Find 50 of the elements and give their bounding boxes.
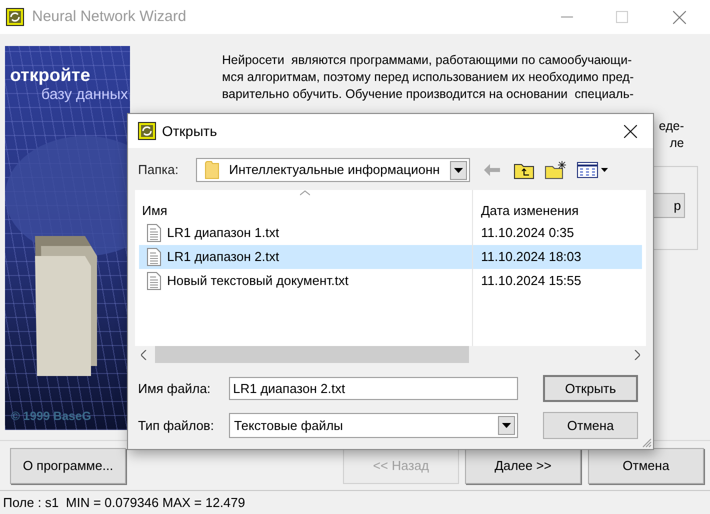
intro-text-line: мся алгоритмам, поэтому перед использованием их необходимо пред- — [222, 69, 635, 86]
intro-text-fragment: еде- — [658, 118, 684, 135]
dialog-title: Открыть — [162, 122, 217, 141]
intro-text-line: Нейросети являются программами, работающими по самообучающи- — [222, 52, 633, 69]
new-folder-icon[interactable] — [545, 161, 567, 179]
file-date: 11.10.2024 15:55 — [480, 272, 582, 290]
file-row[interactable]: LR1 диапазон 2.txt 11.10.2024 18:03 — [139, 245, 642, 269]
status-text: Поле : s1 MIN = 0.079346 MAX = 12.479 — [3, 494, 246, 512]
file-name: LR1 диапазон 1.txt — [167, 224, 280, 242]
filename-field[interactable]: LR1 диапазон 2.txt — [229, 377, 518, 400]
cancel-button[interactable]: Отмена — [543, 412, 638, 439]
window-title: Neural Network Wizard — [32, 6, 186, 27]
filename-label: Имя файла: — [138, 380, 212, 398]
intro-text-line: варительно обучить. Обучение производится на основании специаль- — [222, 86, 635, 103]
wizard-button[interactable]: Отмена — [588, 448, 704, 484]
open-button[interactable]: Открыть — [543, 375, 638, 402]
file-date: 11.10.2024 0:35 — [480, 224, 574, 242]
column-header[interactable]: Дата изменения — [473, 190, 646, 221]
folder-up-icon[interactable] — [514, 161, 534, 179]
document-icon — [147, 248, 161, 266]
column-header[interactable]: Имя — [135, 190, 473, 221]
document-icon — [147, 272, 161, 290]
banner-subheading: базу данных — [41, 87, 128, 102]
file-date: 11.10.2024 18:03 — [480, 248, 582, 266]
view-menu-icon[interactable] — [577, 162, 609, 178]
file-name: Новый текстовый документ.txt — [167, 272, 348, 290]
filetype-value: Текстовые файлы — [234, 416, 344, 435]
wizard-button[interactable]: О программе... — [10, 448, 126, 484]
filetype-combo[interactable]: Текстовые файлы — [229, 413, 518, 438]
close-icon[interactable] — [624, 124, 637, 138]
app-icon — [6, 8, 24, 26]
folder-combo[interactable]: Интеллектуальные информационн — [196, 158, 470, 182]
sort-caret-icon — [300, 190, 310, 196]
filetype-label: Тип файлов: — [138, 416, 215, 435]
copyright-text: © 1999 BaseG — [11, 410, 92, 422]
file-row[interactable]: Новый текстовый документ.txt 11.10.2024 15:55 — [139, 269, 642, 293]
minimize-icon[interactable] — [561, 16, 573, 18]
folder-value: Интеллектуальные информационн — [229, 161, 441, 180]
file-name: LR1 диапазон 2.txt — [167, 248, 280, 266]
document-icon — [147, 224, 161, 242]
resize-grip-icon[interactable] — [642, 438, 652, 448]
folder-icon — [205, 161, 219, 179]
banner-heading: откройте — [10, 66, 92, 84]
wizard-button[interactable]: Далее >> — [465, 448, 581, 484]
folder-label: Папка: — [138, 161, 180, 180]
scrollbar-thumb[interactable] — [155, 346, 469, 363]
intro-text-fragment: ле — [670, 135, 684, 152]
app-icon — [138, 122, 156, 140]
scroll-left-icon[interactable] — [141, 350, 147, 360]
scroll-right-icon[interactable] — [634, 350, 640, 360]
